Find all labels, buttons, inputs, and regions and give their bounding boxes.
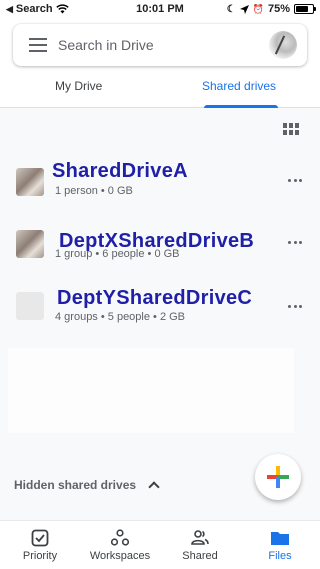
redacted-area xyxy=(8,348,294,433)
more-options-icon[interactable] xyxy=(288,241,302,245)
more-options-icon[interactable] xyxy=(288,179,302,183)
shared-drives-list: SharedDriveA 1 person • 0 GB DeptXShared… xyxy=(0,108,320,520)
drive-name: SharedDriveA xyxy=(52,160,188,182)
checkbox-icon xyxy=(31,529,49,547)
search-input[interactable]: Search in Drive xyxy=(58,37,154,53)
drive-meta: 1 person • 0 GB xyxy=(55,185,133,197)
hidden-shared-drives-label: Hidden shared drives xyxy=(14,478,137,492)
battery-fill xyxy=(296,6,308,12)
alarm-icon: ⏰ xyxy=(252,3,264,14)
people-icon xyxy=(191,530,209,545)
folder-icon xyxy=(271,532,289,545)
search-bar[interactable]: Search in Drive xyxy=(13,24,307,66)
list-item[interactable]: SharedDriveA 1 person • 0 GB xyxy=(0,158,320,214)
nav-workspaces[interactable]: Workspaces xyxy=(80,521,160,569)
nav-shared[interactable]: Shared xyxy=(160,521,240,569)
workspaces-icon xyxy=(110,529,130,546)
nav-label: Workspaces xyxy=(89,550,151,562)
moon-icon: ☾ xyxy=(226,3,236,15)
bottom-navigation: Priority Workspaces Shared Files xyxy=(0,520,320,569)
battery-percent: 75% xyxy=(267,3,290,15)
chevron-up-icon xyxy=(148,481,160,493)
nav-files[interactable]: Files xyxy=(240,521,320,569)
drive-thumbnail xyxy=(16,230,44,258)
tab-my-drive[interactable]: My Drive xyxy=(55,79,102,93)
hidden-shared-drives-toggle[interactable]: Hidden shared drives xyxy=(14,478,160,493)
tab-shared-drives[interactable]: Shared drives xyxy=(202,79,276,93)
nav-label: Shared xyxy=(182,550,218,562)
grid-view-icon[interactable] xyxy=(283,123,299,135)
status-right: ☾ ⏰ 75% xyxy=(226,3,316,15)
list-item[interactable]: DeptXSharedDriveB 1 group • 6 people • 0… xyxy=(0,226,320,282)
drive-name: DeptYSharedDriveC xyxy=(57,287,253,309)
more-options-icon[interactable] xyxy=(288,305,302,309)
nav-label: Priority xyxy=(22,550,58,562)
account-avatar[interactable] xyxy=(269,31,297,59)
new-button[interactable] xyxy=(255,454,301,500)
tab-bar: My Drive Shared drives xyxy=(0,72,320,108)
status-bar: ◀ Search 10:01 PM ☾ ⏰ 75% xyxy=(0,0,320,20)
drive-thumbnail xyxy=(16,292,44,320)
nav-priority[interactable]: Priority xyxy=(0,521,80,569)
menu-icon[interactable] xyxy=(29,38,47,52)
drive-thumbnail xyxy=(16,168,44,196)
nav-label: Files xyxy=(268,550,292,562)
drive-meta: 4 groups • 5 people • 2 GB xyxy=(55,311,186,323)
location-arrow-icon xyxy=(239,4,249,14)
battery-icon xyxy=(294,4,316,14)
header: Search in Drive My Drive Shared drives xyxy=(0,20,320,108)
list-item[interactable]: DeptYSharedDriveC 4 groups • 5 people • … xyxy=(0,284,320,340)
drive-meta: 1 group • 6 people • 0 GB xyxy=(55,248,180,260)
